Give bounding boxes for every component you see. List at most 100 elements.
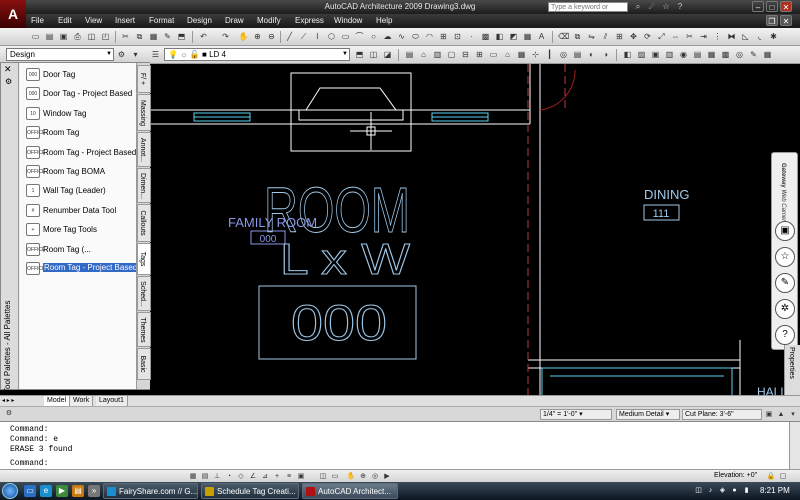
pan-icon[interactable]: ✋ <box>346 472 356 481</box>
arc-icon[interactable]: ⌒ <box>354 31 365 42</box>
markup-icon[interactable]: ✎ <box>748 49 759 60</box>
layout-icon[interactable]: ▭ <box>330 472 340 481</box>
project-browser-icon[interactable]: ▣ <box>650 49 661 60</box>
internet-explorer-icon[interactable]: e <box>40 485 52 497</box>
tab-tags[interactable]: Tags <box>137 243 151 275</box>
schedule-tool-icon[interactable]: ▤ <box>572 49 583 60</box>
palette-titlebar[interactable]: ✕ ⚙ Tool Palettes - All Palettes <box>1 63 19 393</box>
menu-insert[interactable]: Insert <box>115 16 135 25</box>
content-browser-icon[interactable]: ◎ <box>734 49 745 60</box>
tool-renumber-data[interactable]: # Renumber Data Tool <box>24 203 136 219</box>
tab-callouts[interactable]: Callouts <box>137 204 151 242</box>
tray-security-icon[interactable]: ◈ <box>718 486 727 495</box>
wall-tool-icon[interactable]: ▤ <box>404 49 415 60</box>
extend-icon[interactable]: ⇥ <box>698 31 709 42</box>
communication-center-icon[interactable]: ☄ <box>646 2 658 12</box>
help-icon[interactable]: ? <box>775 325 795 345</box>
section-tool-icon[interactable]: ◐ <box>586 49 597 60</box>
ducs-icon[interactable]: ⊿ <box>260 472 270 481</box>
menu-express[interactable]: Express <box>295 16 324 25</box>
layer-previous-icon[interactable]: ◫ <box>368 49 379 60</box>
command-prompt[interactable]: Command: <box>10 459 48 468</box>
block-editor-icon[interactable]: ⬒ <box>176 31 187 42</box>
cut-plane-field[interactable]: Cut Plane: 3'-6" <box>682 409 762 420</box>
tab-massing[interactable]: Massing <box>137 94 151 131</box>
design-center-icon[interactable]: ▩ <box>720 49 731 60</box>
search-input[interactable]: Type a keyword or phrase <box>548 2 628 21</box>
join-icon[interactable]: ⧓ <box>726 31 737 42</box>
point-icon[interactable]: · <box>466 31 477 42</box>
roof-tool-icon[interactable]: ⌂ <box>502 49 513 60</box>
redo-icon[interactable]: ↷ <box>220 31 231 42</box>
minimize-button[interactable]: – <box>752 1 764 12</box>
project-navigator-icon[interactable]: ▥ <box>664 49 675 60</box>
tray-power-icon[interactable]: ▮ <box>742 486 751 495</box>
erase-icon[interactable]: ⌫ <box>558 31 569 42</box>
scale-icon[interactable]: ⤢ <box>656 31 667 42</box>
insert-block-icon[interactable]: ⊞ <box>438 31 449 42</box>
star-icon[interactable]: ☆ <box>775 247 795 267</box>
annotation-icon[interactable]: ▲ <box>776 410 786 419</box>
spline-icon[interactable]: ∿ <box>396 31 407 42</box>
command-line[interactable]: Command: Command: e ERASE 3 found Comman… <box>0 421 800 469</box>
calculator-icon[interactable]: ▦ <box>762 49 773 60</box>
show-desktop-icon[interactable]: ▭ <box>24 485 36 497</box>
gateway-panel[interactable]: Gateway Web Camera <box>774 157 796 225</box>
tray-network-icon[interactable]: ◫ <box>694 486 703 495</box>
gear-icon[interactable]: ⚙ <box>4 409 14 418</box>
elevation-tool-icon[interactable]: ◑ <box>600 49 611 60</box>
opening-tool-icon[interactable]: ▢ <box>446 49 457 60</box>
tool-palettes-icon[interactable]: ▦ <box>706 49 717 60</box>
tool-window-tag[interactable]: 10 Window Tag <box>24 106 136 122</box>
menu-window[interactable]: Window <box>334 16 362 25</box>
door-tool-icon[interactable]: ⌂ <box>418 49 429 60</box>
layer-states-icon[interactable]: ◪ <box>382 49 393 60</box>
workspace-select[interactable]: Design ▼ <box>6 48 114 61</box>
showmotion-icon[interactable]: ▶ <box>382 472 392 481</box>
workspace-settings-icon[interactable]: ⚙ <box>116 49 127 60</box>
slab-tool-icon[interactable]: ▭ <box>488 49 499 60</box>
doc-restore-button[interactable]: ❐ <box>766 15 778 26</box>
taskbar-button-fairyshare[interactable]: FairyShare.com // G... <box>103 483 198 499</box>
folder-icon[interactable]: ▤ <box>72 485 84 497</box>
explode-icon[interactable]: ✱ <box>768 31 779 42</box>
steering-wheel-icon[interactable]: ◎ <box>370 472 380 481</box>
tool-room-tag-custom[interactable]: OFFICE Room Tag (... <box>24 242 136 258</box>
line-icon[interactable]: ╱ <box>284 31 295 42</box>
tab-layout1[interactable]: Layout1 <box>96 396 128 406</box>
elevation-readout[interactable]: Elevation: +0" <box>714 472 757 479</box>
zoom-previous-icon[interactable]: ⊖ <box>266 31 277 42</box>
camera-icon[interactable]: ▣ <box>775 221 795 241</box>
menu-help[interactable]: Help <box>376 16 392 25</box>
tab-basic[interactable]: Basic <box>137 348 151 380</box>
break-icon[interactable]: ⋮ <box>712 31 723 42</box>
tool-door-tag-project[interactable]: 000 Door Tag - Project Based <box>24 86 136 102</box>
tool-wall-tag[interactable]: 1 Wall Tag (Leader) <box>24 183 136 199</box>
paste-icon[interactable]: ▦ <box>148 31 159 42</box>
tool-room-tag-project[interactable]: OFFICE Room Tag - Project Based <box>24 145 136 161</box>
scale-select[interactable]: 1/4" = 1'-0" ▾ <box>540 409 612 420</box>
tab-model[interactable]: Model <box>44 396 71 406</box>
tray-volume-icon[interactable]: ♪ <box>706 486 715 495</box>
tab-schedules[interactable]: Sched... <box>137 276 151 311</box>
osnap-icon[interactable]: ◇ <box>236 472 246 481</box>
rectangle-icon[interactable]: ▭ <box>340 31 351 42</box>
taskbar-button-autocad[interactable]: AutoCAD Architect... <box>302 483 398 499</box>
move-icon[interactable]: ✥ <box>628 31 639 42</box>
railing-tool-icon[interactable]: ⊞ <box>474 49 485 60</box>
plot-icon[interactable]: ⎙ <box>72 31 83 42</box>
style-manager-icon[interactable]: ▨ <box>636 49 647 60</box>
display-detail-select[interactable]: Medium Detail ▾ <box>616 409 680 420</box>
space-tool-icon[interactable]: ▦ <box>516 49 527 60</box>
polyline-icon[interactable]: ⌇ <box>312 31 323 42</box>
tool-room-tag-boma[interactable]: OFFICE Room Tag BOMA <box>24 164 136 180</box>
doc-close-button[interactable]: ✕ <box>780 15 792 26</box>
column-grid-icon[interactable]: ⊹ <box>530 49 541 60</box>
lock-icon[interactable]: 🔒 <box>766 472 776 481</box>
undo-icon[interactable]: ↶ <box>198 31 209 42</box>
ortho-icon[interactable]: ⊥ <box>212 472 222 481</box>
region-icon[interactable]: ◩ <box>508 31 519 42</box>
grid-icon[interactable]: ▤ <box>200 472 210 481</box>
ellipse-icon[interactable]: ⬭ <box>410 31 421 42</box>
properties-palette-icon[interactable]: ▤ <box>692 49 703 60</box>
